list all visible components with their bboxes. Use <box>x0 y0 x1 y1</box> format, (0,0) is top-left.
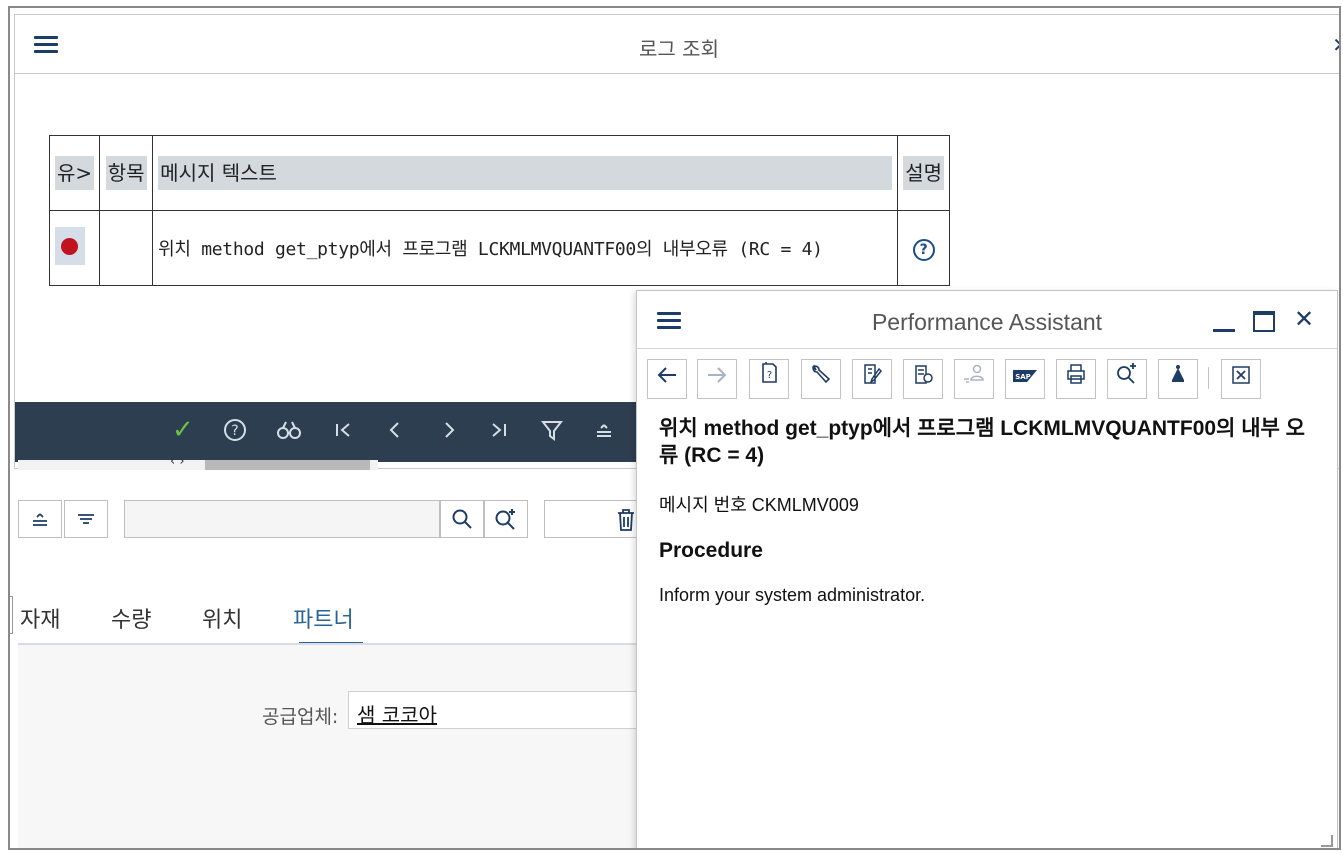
log-table: 유> 항목 메시지 텍스트 설명 위치 method get_ptyp에서 프로… <box>48 135 951 286</box>
user-button[interactable] <box>954 359 994 399</box>
column-header-type[interactable]: 유> <box>48 135 101 211</box>
document-settings-icon <box>915 365 933 384</box>
user-icon <box>964 364 984 383</box>
edit-document-button[interactable] <box>852 359 892 399</box>
next-page-icon[interactable] <box>439 418 459 450</box>
print-icon <box>1067 364 1085 384</box>
search-button[interactable] <box>440 500 484 538</box>
performance-assistant-toolbar: ? SAP <box>637 349 1337 401</box>
column-header-item[interactable]: 항목 <box>99 135 154 211</box>
error-status-icon <box>61 237 78 255</box>
search-input[interactable] <box>124 500 440 538</box>
document-help-icon: ? <box>762 362 777 383</box>
document-help-button[interactable]: ? <box>749 359 789 399</box>
print-button[interactable] <box>1056 359 1096 399</box>
sort-ascending-icon <box>33 513 47 526</box>
last-page-icon[interactable] <box>489 418 509 450</box>
minimize-icon[interactable] <box>1213 329 1235 332</box>
resize-handle[interactable] <box>1321 835 1333 847</box>
back-button[interactable] <box>647 359 687 399</box>
log-dialog-header: 로그 조회 ✕ <box>15 15 1339 74</box>
zoom-in-icon <box>495 509 515 530</box>
help-icon[interactable]: ? <box>912 239 935 261</box>
close-box-icon <box>1232 366 1250 384</box>
tab-quantity[interactable]: 수량 <box>111 602 151 634</box>
partner-panel <box>18 645 644 848</box>
bell-icon <box>1172 365 1184 382</box>
status-cell <box>48 210 101 286</box>
search-icon <box>452 509 472 529</box>
svg-text:?: ? <box>231 423 238 439</box>
find-icon[interactable] <box>276 418 302 450</box>
dialog-toolbar: ✓ ? <box>15 402 640 462</box>
settings-document-button[interactable] <box>903 359 943 399</box>
supplier-field: 샘 코코아 <box>348 691 644 729</box>
arrow-left-icon <box>657 367 676 383</box>
scrollbar-thumb[interactable] <box>205 460 370 470</box>
svg-text:?: ? <box>767 370 772 381</box>
technical-info-button[interactable] <box>801 359 841 399</box>
arrow-right-icon <box>708 367 727 383</box>
column-header-description[interactable]: 설명 <box>897 135 951 211</box>
trash-icon <box>615 508 637 537</box>
supplier-label: 공급업체: <box>262 706 339 728</box>
previous-page-icon[interactable] <box>385 418 405 450</box>
glossary-button[interactable] <box>1158 359 1198 399</box>
maximize-icon[interactable] <box>1253 311 1275 332</box>
log-table-header: 유> 항목 메시지 텍스트 설명 <box>48 135 951 211</box>
tab-scroll-edge <box>10 596 13 634</box>
performance-assistant-content: 위치 method get_ptyp에서 프로그램 LCKMLMVQUANTF0… <box>659 415 1317 606</box>
sort-ascending-icon[interactable] <box>593 418 615 450</box>
item-cell <box>99 210 154 286</box>
close-help-button[interactable] <box>1221 359 1261 399</box>
tab-material[interactable]: 자재 <box>20 602 60 634</box>
message-heading: 위치 method get_ptyp에서 프로그램 LCKMLMVQUANTF0… <box>659 417 1306 467</box>
confirm-check-icon[interactable]: ✓ <box>172 416 194 444</box>
table-row[interactable]: 위치 method get_ptyp에서 프로그램 LCKMLMVQUANTF0… <box>48 210 951 286</box>
sap-button[interactable]: SAP <box>1005 359 1045 399</box>
search-button[interactable] <box>1107 359 1147 399</box>
first-page-icon[interactable] <box>333 418 353 450</box>
sort-descending-icon <box>78 514 94 524</box>
message-number: 메시지 번호 CKMLMV009 <box>659 495 859 515</box>
status-box <box>55 226 85 265</box>
log-dialog-title: 로그 조회 <box>639 37 719 61</box>
forward-button[interactable] <box>697 359 737 399</box>
wrench-icon <box>811 364 831 384</box>
close-icon[interactable]: ✕ <box>1294 307 1314 331</box>
toolbar-separator <box>1208 367 1209 389</box>
tab-location[interactable]: 위치 <box>202 602 242 634</box>
procedure-heading: Procedure <box>659 539 763 562</box>
advanced-search-button[interactable] <box>484 500 528 538</box>
application-frame: 로그 조회 ✕ 유> 항목 메시지 텍스트 설명 위치 method get_p… <box>8 6 1341 850</box>
performance-assistant-header: Performance Assistant ✕ <box>637 291 1337 349</box>
tab-partner[interactable]: 파트너 <box>293 602 354 634</box>
scroll-arrows-icon[interactable]: ‹ › <box>170 454 185 469</box>
supplier-link[interactable]: 샘 코코아 <box>357 699 437 728</box>
message-cell: 위치 method get_ptyp에서 프로그램 LCKMLMVQUANTF0… <box>152 210 899 286</box>
performance-assistant-window: Performance Assistant ✕ ? SAP 위치 method … <box>636 290 1338 848</box>
filter-icon[interactable] <box>540 418 564 450</box>
column-header-message[interactable]: 메시지 텍스트 <box>152 135 899 211</box>
procedure-text: Inform your system administrator. <box>659 585 926 605</box>
description-cell: ? <box>897 210 951 286</box>
sort-descending-button[interactable] <box>64 500 108 538</box>
sap-logo-icon: SAP <box>1013 370 1037 382</box>
close-icon[interactable]: ✕ <box>1332 33 1339 57</box>
svg-text:SAP: SAP <box>1015 373 1031 381</box>
help-icon[interactable]: ? <box>223 418 247 450</box>
edit-document-icon <box>864 364 882 384</box>
zoom-in-icon <box>1117 363 1136 384</box>
sort-ascending-button[interactable] <box>18 500 62 538</box>
